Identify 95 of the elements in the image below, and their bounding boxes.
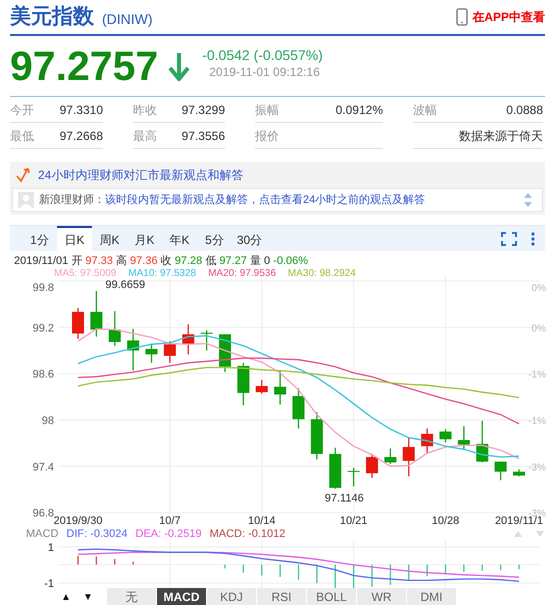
stat-value: 0.0888 — [506, 102, 543, 118]
axis-label: 10/14 — [248, 515, 276, 527]
axis-label: 99.2 — [32, 322, 54, 334]
author-name: 新浪理财师： — [39, 192, 105, 208]
stat-label: 报价 — [255, 128, 279, 144]
candlestick — [348, 468, 360, 486]
stat-label: 今开 — [10, 102, 34, 118]
avatar-icon — [18, 192, 34, 208]
candlestick — [146, 344, 158, 363]
stat-value: 97.2668 — [60, 128, 103, 144]
candlestick — [421, 428, 434, 454]
chart-period-tab[interactable]: 5分 — [197, 226, 232, 251]
candlestick — [164, 341, 176, 363]
stat-value: 数据来源于倚天 — [459, 128, 543, 144]
legend-label: MA5: 97.5009 — [54, 268, 116, 279]
percent-label: -3% — [528, 462, 546, 474]
legend-label: MA20: 97.9536 — [208, 268, 276, 279]
stat-label: 昨收 — [133, 102, 157, 118]
candlestick — [237, 362, 250, 406]
candlestick — [476, 420, 488, 462]
axis-label: 1 — [48, 542, 54, 554]
chart-period-tab[interactable]: 周K — [92, 226, 127, 251]
page-title: 美元指数 — [10, 4, 94, 30]
trend-arrow-icon — [16, 167, 32, 183]
candlestick — [274, 370, 286, 405]
axis-label: 99.8 — [32, 282, 54, 294]
price-annotation: 97.1146 — [324, 492, 364, 505]
price: 97.2757 — [10, 46, 158, 86]
candlestick — [458, 426, 470, 450]
percent-label: -1% — [528, 370, 546, 381]
phone-icon — [456, 8, 468, 26]
open-in-app-link[interactable]: 在APP中查看 — [456, 8, 545, 26]
axis-label: 2019/9/30 — [54, 515, 102, 527]
axis-label: 98.6 — [32, 368, 54, 381]
stat-label: 波幅 — [413, 102, 437, 118]
stat-value: 97.3310 — [60, 102, 103, 118]
stat-value: 0.0912% — [336, 102, 383, 118]
candlestick — [108, 311, 121, 346]
candlestick — [494, 462, 507, 480]
news-title-link[interactable]: 24小时内理财师对汇市最新观点和解答 — [38, 166, 244, 184]
more-icon[interactable] — [531, 232, 535, 246]
percent-label: 0% — [532, 323, 546, 334]
stat-label: 最高 — [133, 128, 157, 144]
indicator-legend-label: MACD: -0.1012 — [210, 528, 286, 540]
indicator-tab[interactable]: 无 — [107, 588, 157, 605]
axis-label: 10/21 — [340, 515, 368, 527]
chart-period-tab[interactable]: 30分 — [232, 226, 267, 251]
legend-label: MA30: 98.2924 — [288, 268, 356, 279]
chart-period-tab[interactable]: 1分 — [22, 226, 57, 251]
chart-period-tab[interactable]: 月K — [127, 226, 162, 251]
chart-period-tab[interactable]: 年K — [162, 226, 197, 251]
stat-label: 最低 — [10, 128, 34, 144]
candlestick — [440, 429, 452, 442]
candlestick — [513, 469, 525, 476]
candlestick — [402, 438, 415, 476]
candlestick — [256, 380, 268, 394]
candlestick — [127, 328, 140, 371]
indicator-tab[interactable]: MACD — [157, 588, 207, 605]
ohlc-summary: 2019/11/01 开 97.33 高 97.36 收 97.28 低 97.27 量 0 -0.06% — [13, 255, 310, 268]
candlestick — [366, 454, 378, 478]
indicator-legend-label: MACD — [26, 528, 58, 540]
axis-label: 10/7 — [159, 515, 181, 527]
indicator-tab[interactable]: DMI — [407, 588, 457, 605]
indicator-tab[interactable]: RSI — [257, 588, 307, 605]
candlestick — [329, 448, 342, 489]
indicator-legend-label: DIF: -0.3024 — [66, 528, 128, 540]
timestamp: 2019-11-01 09:12:16 — [209, 64, 321, 80]
stat-value: 97.3556 — [182, 128, 225, 144]
indicator-tab[interactable]: WR — [357, 588, 407, 605]
legend-label: MA10: 97.5328 — [128, 268, 196, 279]
fullscreen-icon[interactable] — [501, 232, 517, 246]
percent-label: -1% — [528, 416, 546, 427]
axis-label: -1 — [44, 578, 54, 588]
axis-label: 96.8 — [32, 508, 54, 520]
indicator-tab[interactable]: BOLL — [307, 588, 357, 605]
candlestick — [90, 291, 102, 337]
percent-label: 0% — [532, 283, 546, 294]
candlestick — [310, 412, 323, 460]
indicator-tab[interactable]: KDJ — [207, 588, 257, 605]
price-change: -0.0542 (-0.0557%) — [202, 46, 323, 64]
chart-period-tab[interactable]: 日K — [57, 226, 92, 251]
news-message-link[interactable]: 该时段内暂无最新观点及解答，点击查看24小时之前的观点及解答 — [105, 192, 426, 208]
candlestick — [182, 324, 194, 354]
candlestick — [384, 448, 396, 464]
axis-label: 98 — [42, 414, 54, 427]
stat-value: 97.3299 — [182, 102, 225, 118]
ticker-code: (DINIW) — [102, 10, 153, 29]
indicator-legend-label: DEA: -0.2519 — [136, 528, 202, 540]
stat-label: 振幅 — [255, 102, 279, 118]
candlestick — [72, 308, 84, 339]
candlestick — [200, 330, 213, 350]
axis-label: 97.4 — [32, 461, 54, 474]
axis-label: 10/28 — [432, 515, 460, 527]
candlestick — [292, 388, 304, 428]
price-annotation: 99.6659 — [105, 279, 146, 292]
